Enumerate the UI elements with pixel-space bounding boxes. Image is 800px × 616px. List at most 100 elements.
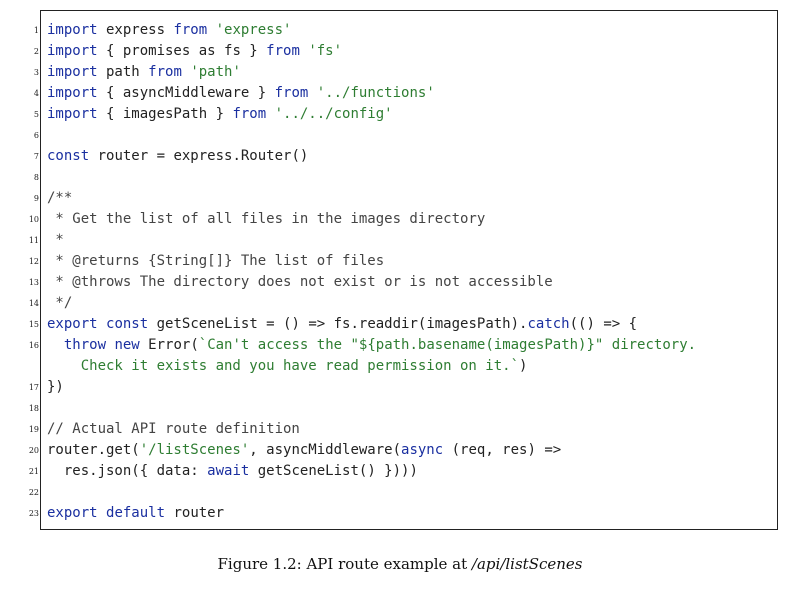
code-token: getSceneList = () => fs.readdir(imagesPa… xyxy=(148,316,528,332)
code-token: import xyxy=(47,85,98,101)
code-line: 13 * @throws The directory does not exis… xyxy=(29,272,777,293)
code-token: { promises as fs } xyxy=(97,43,267,59)
code-text: throw new Error(`Can't access the "${pat… xyxy=(47,335,696,356)
code-token: express xyxy=(97,22,174,38)
line-number: 22 xyxy=(28,488,39,497)
line-number: 17 xyxy=(28,383,39,392)
code-token: Error( xyxy=(139,337,199,353)
code-line: 4 import { asyncMiddleware } from '../fun… xyxy=(34,83,777,104)
code-token: import xyxy=(47,64,98,80)
code-text: export const getSceneList = () => fs.rea… xyxy=(47,314,637,335)
code-token: }) xyxy=(47,379,64,395)
line-number: 14 xyxy=(28,299,39,308)
code-token: from xyxy=(274,85,309,101)
code-token: '../../config' xyxy=(274,106,393,122)
code-line: 20 router.get('/listScenes', asyncMiddlew… xyxy=(29,440,777,461)
code-token: `Can't access the "${path.basename(image… xyxy=(198,337,697,353)
figure-caption: Figure 1.2: API route example at /api/li… xyxy=(0,555,800,573)
code-text: /** xyxy=(47,188,72,209)
code-token: (() => { xyxy=(569,316,638,332)
code-line: 11 * xyxy=(29,230,777,251)
code-text: // Actual API route definition xyxy=(47,419,300,440)
code-line: 12 * @returns {String[]} The list of fil… xyxy=(29,251,777,272)
code-token: * Get the list of all files in the image… xyxy=(47,211,486,227)
line-number: 23 xyxy=(28,509,39,518)
code-token: const xyxy=(106,316,149,332)
code-token: await xyxy=(207,463,250,479)
code-text: const router = express.Router() xyxy=(47,146,308,167)
code-line: 9 /** xyxy=(34,188,777,209)
code-line: 21 res.json({ data: await getSceneList()… xyxy=(29,461,777,482)
code-line: 5 import { imagesPath } from '../../confi… xyxy=(34,104,777,125)
code-line: 1 import express from 'express' xyxy=(34,20,777,41)
code-token: default xyxy=(106,505,166,521)
code-text: * @throws The directory does not exist o… xyxy=(47,272,553,293)
code-text: import path from 'path' xyxy=(47,62,241,83)
code-token: */ xyxy=(47,295,73,311)
code-line: 2 import { promises as fs } from 'fs' xyxy=(34,41,777,62)
code-token: res.json({ data: xyxy=(47,463,208,479)
code-line: 18 xyxy=(29,398,777,419)
code-text: */ xyxy=(47,293,72,314)
code-token: from xyxy=(266,43,300,59)
code-line: 7 const router = express.Router() xyxy=(34,146,777,167)
code-line: 15 export const getSceneList = () => fs.r… xyxy=(29,314,777,335)
line-number: 10 xyxy=(28,215,39,224)
code-token: from xyxy=(173,22,208,38)
code-token: * @returns {String[]} The list of files xyxy=(47,253,385,269)
code-line: 19 // Actual API route definition xyxy=(29,419,777,440)
code-line: Check it exists and you have read permis… xyxy=(41,356,777,377)
code-token: export xyxy=(47,316,98,332)
code-token: import xyxy=(47,22,98,38)
code-token: router.get( xyxy=(47,442,140,458)
line-number: 12 xyxy=(28,257,39,266)
code-token: const xyxy=(47,148,90,164)
caption-path: /api/listScenes xyxy=(471,555,583,573)
code-token: '/listScenes' xyxy=(139,442,250,458)
line-number: 1 xyxy=(33,26,39,35)
line-number: 6 xyxy=(33,131,39,140)
line-number: 19 xyxy=(28,425,39,434)
line-number: 4 xyxy=(33,89,39,98)
line-number: 7 xyxy=(33,152,39,161)
code-text: res.json({ data: await getSceneList() })… xyxy=(47,461,418,482)
caption-text: Figure 1.2: API route example at xyxy=(217,555,472,573)
code-text: import { imagesPath } from '../../config… xyxy=(47,104,393,125)
code-text: router.get('/listScenes', asyncMiddlewar… xyxy=(47,440,561,461)
code-token: new xyxy=(114,337,140,353)
code-line: 22 xyxy=(29,482,777,503)
code-text: * xyxy=(47,230,64,251)
code-token: import xyxy=(47,106,98,122)
line-number: 5 xyxy=(33,110,39,119)
line-number: 15 xyxy=(28,320,39,329)
code-token: /** xyxy=(47,190,73,206)
code-line: 6 xyxy=(34,125,777,146)
code-token: ) xyxy=(519,358,528,374)
code-line: 17}) xyxy=(29,377,777,398)
code-token: 'express' xyxy=(215,22,292,38)
line-number: 18 xyxy=(28,404,39,413)
code-token: throw xyxy=(63,337,107,353)
code-token: async xyxy=(401,442,444,458)
code-token: router = express.Router() xyxy=(89,148,309,164)
code-token: getSceneList() }))) xyxy=(249,463,418,479)
code-line: 23 export default router xyxy=(29,503,777,524)
code-text: * Get the list of all files in the image… xyxy=(47,209,485,230)
code-text: import { promises as fs } from 'fs' xyxy=(47,41,342,62)
code-token: * xyxy=(47,232,64,248)
code-token: // Actual API route definition xyxy=(47,421,300,437)
line-number: 11 xyxy=(28,236,39,245)
code-token: { imagesPath } xyxy=(97,106,233,122)
code-token: * @throws The directory does not exist o… xyxy=(47,274,553,290)
code-token: '../functions' xyxy=(316,85,435,101)
code-text: Check it exists and you have read permis… xyxy=(47,356,528,377)
line-number: 9 xyxy=(33,194,39,203)
code-token: , asyncMiddleware( xyxy=(249,442,402,458)
line-number: 8 xyxy=(33,173,39,182)
code-token: export xyxy=(47,505,98,521)
code-token: import xyxy=(47,43,98,59)
